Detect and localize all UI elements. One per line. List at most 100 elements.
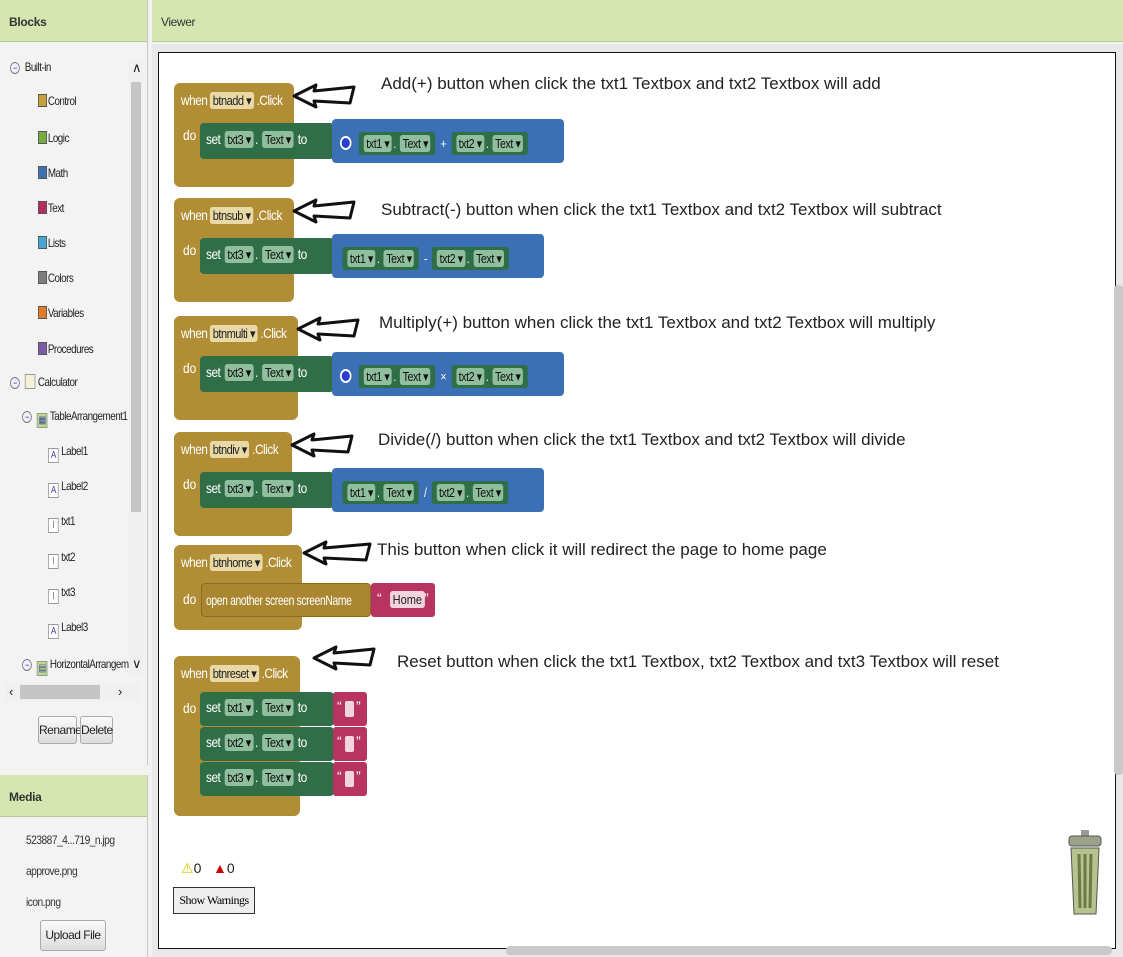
property-chip[interactable]: Text ▾ [262,364,294,381]
scroll-right-icon[interactable]: › [118,684,122,699]
workspace-vertical-scrollbar[interactable] [1114,285,1123,775]
set-block[interactable]: set txt3 ▾. Text ▾ to [200,123,334,159]
dropdown-icon[interactable]: ▾ [457,485,462,500]
dropdown-icon[interactable]: ▾ [286,735,292,750]
dropdown-icon[interactable]: ▾ [246,735,252,750]
getter-component-chip[interactable]: txt2 ▾ [456,135,485,152]
property-chip[interactable]: Text ▾ [262,246,294,263]
math-operation-block[interactable]: txt1 ▾. Text ▾ × txt2 ▾. Text ▾ [332,352,564,396]
reset-set-block[interactable]: set txt2 ▾. Text ▾ to [200,727,334,761]
dropdown-icon[interactable]: ▾ [286,365,292,380]
component-chip[interactable]: btnhome ▾ [210,554,263,571]
component-chip[interactable]: btnsub ▾ [210,207,254,224]
delete-button[interactable]: Delete [80,716,113,744]
home-text-block[interactable]: “ Home ” [371,583,435,617]
mutator-gear-icon[interactable] [340,369,352,383]
empty-text-block[interactable]: “ ” [333,762,367,796]
getter-property-chip[interactable]: Text ▾ [383,250,415,267]
dropdown-icon[interactable]: ▾ [423,369,428,384]
property-chip[interactable]: Text ▾ [262,131,294,148]
math-operation-block[interactable]: txt1 ▾. Text ▾ + txt2 ▾. Text ▾ [332,119,564,163]
tree-component[interactable]: A Label2 [48,479,88,498]
dropdown-icon[interactable]: ▾ [246,132,252,147]
collapse-icon[interactable]: − [22,659,32,671]
component-chip[interactable]: btnmulti ▾ [210,325,258,342]
dropdown-icon[interactable]: ▾ [458,251,463,266]
scroll-left-icon[interactable]: ‹ [9,684,13,699]
dropdown-icon[interactable]: ▾ [251,666,257,681]
drawer-variables[interactable]: Variables [38,306,84,320]
target-chip[interactable]: txt3 ▾ [224,364,254,381]
tree-builtin[interactable]: − Built-in [10,60,51,74]
getter-property-chip[interactable]: Text ▾ [473,250,504,267]
getter-block[interactable]: txt2 ▾. Text ▾ [432,247,509,270]
dropdown-icon[interactable]: ▾ [286,481,292,496]
empty-text-block[interactable]: “ ” [333,692,367,726]
target-chip[interactable]: txt1 ▾ [224,699,254,716]
dropdown-icon[interactable]: ▾ [246,93,252,108]
dropdown-icon[interactable]: ▾ [286,700,292,715]
dropdown-icon[interactable]: ▾ [407,485,412,500]
scroll-up-icon[interactable]: ∧ [132,60,142,76]
getter-block[interactable]: txt1 ▾. Text ▾ [358,132,436,155]
tree-horizontal-scrollbar[interactable]: ‹ › [6,682,140,702]
dropdown-icon[interactable]: ▾ [368,485,373,500]
target-chip[interactable]: txt3 ▾ [224,131,254,148]
dropdown-icon[interactable]: ▾ [516,369,521,384]
tree-hscroll-thumb[interactable] [20,685,100,699]
dropdown-icon[interactable]: ▾ [245,208,251,223]
component-chip[interactable]: btnreset ▾ [210,665,259,682]
getter-property-chip[interactable]: Text ▾ [383,484,415,501]
drawer-colors[interactable]: Colors [38,271,74,285]
property-chip[interactable]: Text ▾ [262,734,294,751]
collapse-icon[interactable]: − [10,377,20,389]
dropdown-icon[interactable]: ▾ [286,132,292,147]
rename-button[interactable]: Rename [38,716,82,744]
empty-string-field[interactable] [345,771,354,787]
dropdown-icon[interactable]: ▾ [516,136,521,151]
dropdown-icon[interactable]: ▾ [477,136,482,151]
dropdown-icon[interactable]: ▾ [250,326,256,341]
drawer-lists[interactable]: Lists [38,236,66,250]
getter-component-chip[interactable]: txt1 ▾ [363,135,392,152]
set-block[interactable]: set txt3 ▾. Text ▾ to [200,238,334,274]
tree-screen[interactable]: − Calculator [10,374,78,389]
getter-component-chip[interactable]: txt1 ▾ [347,250,376,267]
media-file[interactable]: 523887_4...719_n.jpg [26,833,115,864]
dropdown-icon[interactable]: ▾ [496,251,501,266]
tree-component[interactable]: Itxt1 [48,514,76,533]
drawer-text[interactable]: Text [38,201,64,215]
dropdown-icon[interactable]: ▾ [242,442,248,457]
math-operation-block[interactable]: txt1 ▾. Text ▾ / txt2 ▾. Text ▾ [332,468,544,512]
component-chip[interactable]: btnadd ▾ [210,92,254,109]
open-screen-block[interactable]: open another screen screenName [201,583,371,617]
dropdown-icon[interactable]: ▾ [246,365,252,380]
reset-set-block[interactable]: set txt3 ▾. Text ▾ to [200,762,334,796]
dropdown-icon[interactable]: ▾ [496,485,501,500]
empty-string-field[interactable] [345,701,354,717]
target-chip[interactable]: txt3 ▾ [224,480,254,497]
getter-block[interactable]: txt1 ▾. Text ▾ [342,247,420,270]
text-value[interactable]: Home [390,591,425,608]
getter-block[interactable]: txt2 ▾. Text ▾ [451,132,528,155]
getter-block[interactable]: txt1 ▾. Text ▾ [342,481,420,504]
drawer-math[interactable]: Math [38,166,68,180]
tree-component[interactable]: A Label3 [48,620,88,639]
dropdown-icon[interactable]: ▾ [384,136,389,151]
show-warnings-button[interactable]: Show Warnings [173,887,255,914]
dropdown-icon[interactable]: ▾ [477,369,482,384]
dropdown-icon[interactable]: ▾ [246,481,252,496]
tree-component[interactable]: − ▤ HorizontalArrangeme [22,657,134,676]
tree-component[interactable]: − ▦ TableArrangement1 [22,409,128,428]
getter-block[interactable]: txt1 ▾. Text ▾ [358,365,436,388]
dropdown-icon[interactable]: ▾ [407,251,412,266]
property-chip[interactable]: Text ▾ [262,699,294,716]
scroll-down-icon[interactable]: ∨ [132,656,142,672]
dropdown-icon[interactable]: ▾ [286,247,292,262]
dropdown-icon[interactable]: ▾ [423,136,428,151]
dropdown-icon[interactable]: ▾ [384,369,389,384]
tree-component[interactable]: A Label1 [48,444,88,463]
target-chip[interactable]: txt3 ▾ [224,246,254,263]
drawer-control[interactable]: Control [38,94,77,108]
empty-text-block[interactable]: “ ” [333,727,367,761]
